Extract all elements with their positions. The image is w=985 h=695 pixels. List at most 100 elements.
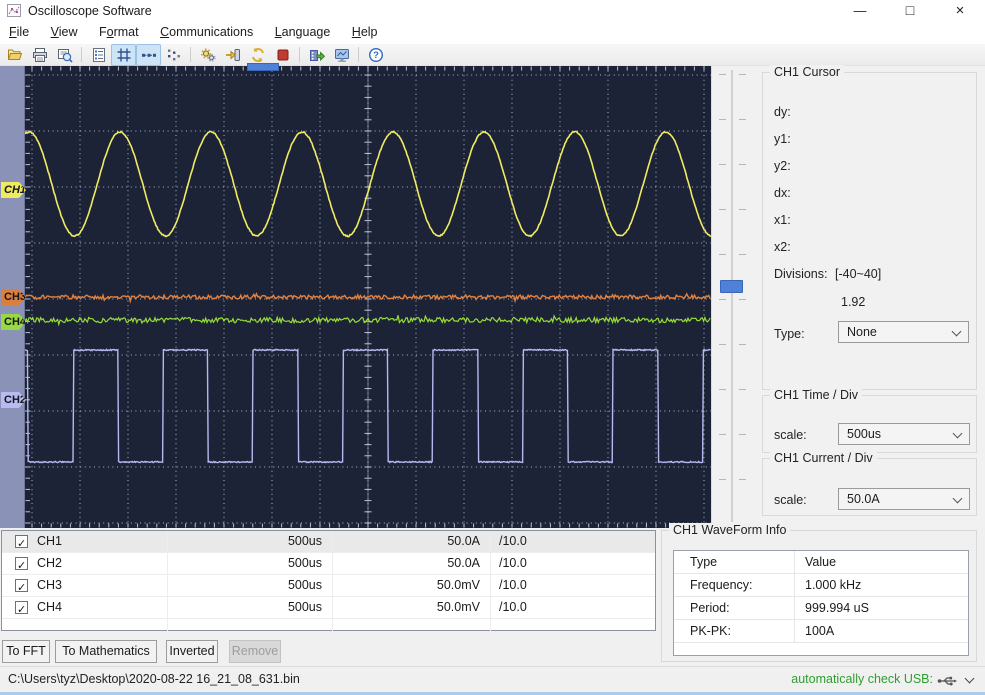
maximize-button[interactable]: □ <box>888 0 932 22</box>
ch4-checkbox[interactable] <box>15 600 28 621</box>
file-path: C:\Users\tyz\Desktop\2020-08-22 16_21_08… <box>8 672 300 686</box>
table-row-ch4[interactable]: CH4 500us 50.0mV /10.0 <box>2 597 655 621</box>
current-scale-value: 50.0A <box>847 492 880 506</box>
info-row-frequency: Frequency: 1.000 kHz <box>674 574 968 597</box>
open-button[interactable] <box>2 44 27 66</box>
ch1-time-div-title: CH1 Time / Div <box>770 388 863 402</box>
table-row-ch2[interactable]: CH2 500us 50.0A /10.0 <box>2 553 655 577</box>
ch4-name: CH4 <box>37 600 63 614</box>
divisions-label: Divisions: <box>774 267 828 281</box>
ch2-time: 500us <box>167 553 332 574</box>
cursor-dx-label: dx: <box>774 186 791 200</box>
vertical-slider-handle[interactable] <box>720 280 743 293</box>
remote-display-button[interactable] <box>329 44 354 66</box>
channel-list-button[interactable] <box>86 44 111 66</box>
sample-dots-button[interactable] <box>161 44 186 66</box>
cursor-type-select[interactable]: None <box>838 321 969 343</box>
ch1-current-div-group: CH1 Current / Div scale: 50.0A <box>762 451 977 516</box>
settings-button[interactable] <box>195 44 220 66</box>
inverted-button[interactable]: Inverted <box>166 640 218 663</box>
ch1-scale: 50.0A <box>332 531 490 552</box>
ch3-checkbox[interactable] <box>15 578 28 599</box>
app-icon <box>7 4 21 17</box>
info-header-row: Type Value <box>674 551 968 574</box>
menu-communications[interactable]: Communications <box>151 22 262 41</box>
title-bar: Oscilloscope Software — □ × <box>0 0 985 22</box>
vertical-slider-track[interactable] <box>731 70 734 522</box>
waveform-info-table: Type Value Frequency: 1.000 kHz Period: … <box>673 550 969 656</box>
print-preview-icon <box>57 48 73 63</box>
scope-display[interactable] <box>25 66 711 528</box>
menu-help[interactable]: Help <box>343 22 387 41</box>
ch2-attenuation: /10.0 <box>490 553 655 574</box>
ch2-scale: 50.0A <box>332 553 490 574</box>
usb-check-label: automatically check USB: <box>791 672 933 686</box>
ch1-current-div-title: CH1 Current / Div <box>770 451 877 465</box>
ch3-name: CH3 <box>37 578 63 592</box>
pkpk-label: PK-PK: <box>690 624 731 638</box>
time-scale-value: 500us <box>847 427 882 441</box>
open-icon <box>7 49 22 60</box>
slider-ticks-right <box>739 74 746 522</box>
table-row-ch3[interactable]: CH3 500us 50.0mV /10.0 <box>2 575 655 599</box>
toolbar: ? <box>0 43 985 66</box>
ch1-cursor-group: CH1 Cursor dy: y1: y2: dx: x1: x2: Divis… <box>762 65 977 390</box>
chevron-down-icon <box>952 428 963 439</box>
menu-bar: File View Format Communications Language… <box>0 22 985 44</box>
current-scale-label: scale: <box>774 493 807 507</box>
table-row-empty <box>2 619 655 631</box>
close-button[interactable]: × <box>938 0 982 22</box>
waveform-points-icon <box>141 53 156 57</box>
menu-view[interactable]: View <box>42 22 87 41</box>
grid-view-button[interactable] <box>111 43 136 66</box>
menu-format[interactable]: Format <box>90 22 148 41</box>
toolbar-separator <box>81 47 82 62</box>
table-row-ch1[interactable]: CH1 500us 50.0A /10.0 <box>2 531 655 555</box>
ch2-name: CH2 <box>37 556 63 570</box>
pkpk-value: 100A <box>794 620 968 642</box>
divisions-scale-value: 1.92 <box>841 295 866 309</box>
chevron-down-icon <box>951 326 962 337</box>
waveform-info-title: CH1 WaveForm Info <box>669 523 791 537</box>
frequency-label: Frequency: <box>690 578 753 592</box>
cursor-x2-label: x2: <box>774 240 791 254</box>
cursor-x1-label: x1: <box>774 213 791 227</box>
channel-list-icon <box>92 47 105 62</box>
horizontal-position-handle[interactable] <box>247 63 279 71</box>
info-row-period: Period: 999.994 uS <box>674 597 968 620</box>
ch2-checkbox[interactable] <box>15 556 28 577</box>
to-mathematics-button[interactable]: To Mathematics <box>55 640 157 663</box>
export-data-button[interactable] <box>304 44 329 66</box>
ch1-waveform-info-group: CH1 WaveForm Info Type Value Frequency: … <box>661 523 977 662</box>
info-row-pkpk: PK-PK: 100A <box>674 620 968 643</box>
current-scale-select[interactable]: 50.0A <box>838 488 970 510</box>
stop-icon <box>277 49 288 60</box>
waveform-points-button[interactable] <box>136 43 161 66</box>
divisions-range-value: [-40~40] <box>835 267 882 281</box>
info-header-type: Type <box>690 555 718 569</box>
help-button[interactable]: ? <box>363 44 388 66</box>
export-data-icon <box>309 49 325 61</box>
connect-device-button[interactable] <box>220 44 245 66</box>
to-fft-button[interactable]: To FFT <box>2 640 50 663</box>
ch1-checkbox[interactable] <box>15 534 28 555</box>
minimize-button[interactable]: — <box>838 0 882 22</box>
time-scale-select[interactable]: 500us <box>838 423 970 445</box>
grid-view-icon <box>117 48 130 61</box>
cursor-y1-label: y1: <box>774 132 791 146</box>
menu-file[interactable]: File <box>0 22 38 41</box>
help-icon: ? <box>368 47 383 62</box>
remote-display-icon <box>334 48 349 62</box>
info-header-value: Value <box>794 551 968 573</box>
cursor-y2-label: y2: <box>774 159 791 173</box>
menu-language[interactable]: Language <box>266 22 340 41</box>
print-button[interactable] <box>27 44 52 66</box>
ch4-attenuation: /10.0 <box>490 597 655 618</box>
refresh-icon <box>251 47 264 62</box>
settings-gears-icon <box>200 47 216 62</box>
ch1-time-div-group: CH1 Time / Div scale: 500us <box>762 388 977 453</box>
usb-icon <box>937 676 957 686</box>
cursor-type-value: None <box>847 325 877 339</box>
usb-options-chevron-icon[interactable] <box>964 673 975 684</box>
print-preview-button[interactable] <box>52 44 77 66</box>
